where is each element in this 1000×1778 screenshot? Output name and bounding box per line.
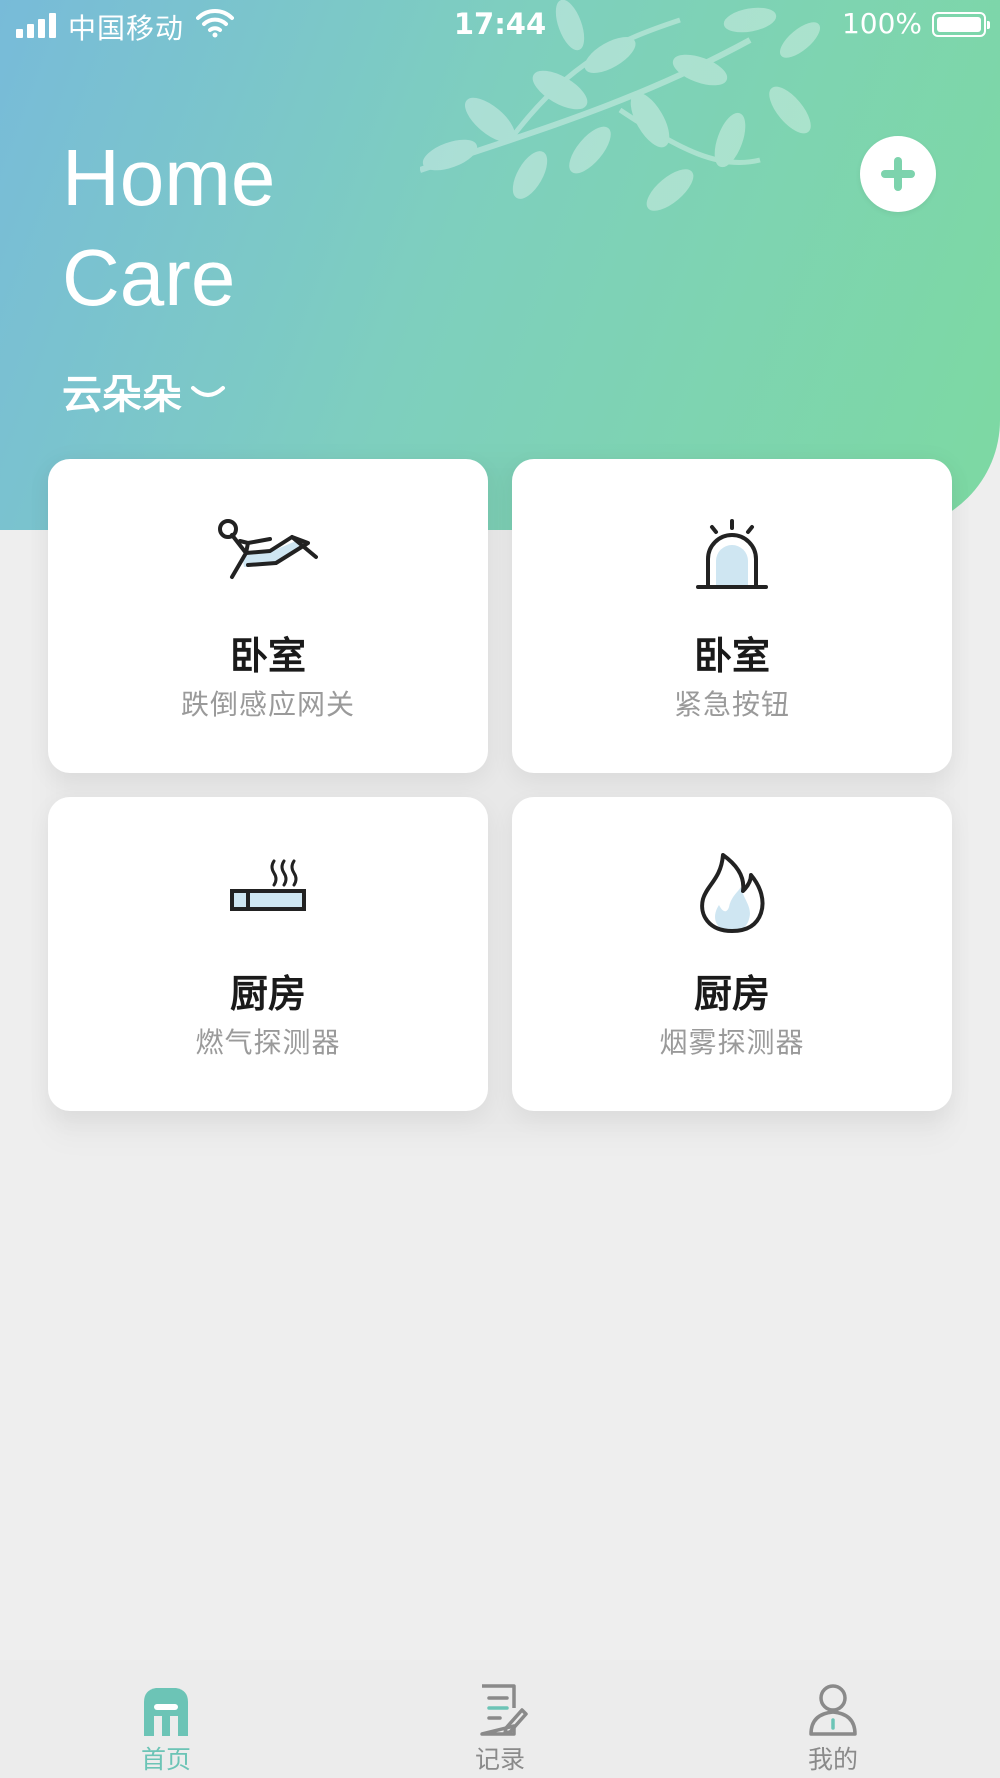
app-title-line1: Home (62, 133, 276, 222)
app-title: Home Care (62, 128, 275, 328)
battery-percent: 100% (841, 7, 922, 40)
device-card-gas-detector[interactable]: 厨房 燃气探测器 (48, 797, 488, 1111)
status-bar: 中国移动 17:44 100% (0, 0, 1000, 50)
bottom-tab-bar: 首页 记录 我的 (0, 1660, 1000, 1778)
chevron-down-icon (191, 386, 225, 397)
device-name: 烟雾探测器 (659, 1026, 805, 1059)
app-title-line2: Care (62, 233, 236, 322)
profile-icon (809, 1684, 857, 1736)
device-room: 卧室 (693, 634, 770, 678)
battery-icon (932, 12, 990, 37)
device-name: 跌倒感应网关 (180, 688, 355, 721)
tab-label: 记录 (474, 1745, 525, 1774)
device-room: 厨房 (693, 972, 770, 1016)
alarm-light-icon (696, 519, 768, 589)
tab-records[interactable]: 记录 (400, 1660, 600, 1778)
fall-detection-icon (218, 519, 318, 579)
device-card-fall-gateway[interactable]: 卧室 跌倒感应网关 (48, 459, 488, 773)
flame-icon (700, 853, 765, 933)
device-room: 卧室 (229, 634, 306, 678)
user-selector[interactable]: 云朵朵 (62, 362, 226, 420)
tab-label: 首页 (140, 1745, 191, 1774)
device-name: 紧急按钮 (673, 688, 790, 721)
gas-cigarette-icon (230, 859, 306, 911)
tab-label: 我的 (807, 1745, 858, 1774)
tab-home[interactable]: 首页 (66, 1660, 266, 1778)
home-screen: 中国移动 17:44 100% Home Care 云朵朵 卧室 跌倒感应网关 … (0, 0, 1000, 1778)
plus-icon (881, 157, 915, 191)
device-card-smoke-detector[interactable]: 厨房 烟雾探测器 (512, 797, 952, 1111)
tab-profile[interactable]: 我的 (733, 1660, 933, 1778)
add-device-button[interactable] (860, 136, 936, 212)
device-card-emergency-button[interactable]: 卧室 紧急按钮 (512, 459, 952, 773)
user-name: 云朵朵 (62, 372, 182, 418)
records-icon (480, 1684, 528, 1736)
home-icon (144, 1688, 188, 1736)
device-name: 燃气探测器 (195, 1026, 341, 1059)
device-room: 厨房 (229, 972, 306, 1016)
